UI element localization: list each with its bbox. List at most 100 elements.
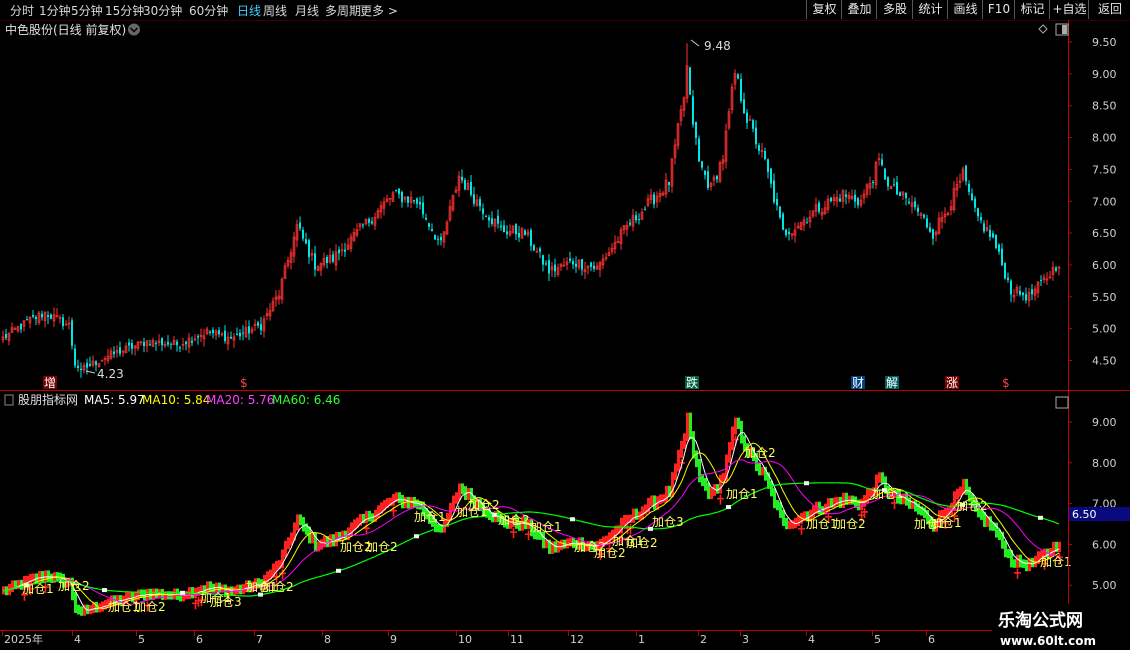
event-mark[interactable]: 财: [852, 376, 864, 390]
candle-body: [983, 223, 985, 232]
period-tab[interactable]: 15分钟: [105, 2, 144, 19]
toolbar-button[interactable]: 多股: [876, 0, 913, 19]
indicator-bar: [461, 483, 464, 495]
indicator-bar: [878, 472, 881, 483]
toolbar-button[interactable]: 返回: [1088, 0, 1130, 19]
x-tick-label: 6: [928, 633, 935, 646]
indicator-bar: [833, 497, 836, 508]
period-tab[interactable]: 5分钟: [71, 2, 103, 19]
indicator-menu-icon[interactable]: [4, 394, 14, 406]
signal-label: 加仓2: [498, 513, 530, 527]
candle-body: [653, 194, 655, 205]
stock-title[interactable]: 中色股份(日线 前复权): [5, 22, 126, 37]
candle-body: [5, 334, 7, 339]
period-tab[interactable]: 月线: [295, 2, 319, 19]
event-mark[interactable]: $: [1002, 376, 1010, 390]
candle-body: [479, 199, 481, 207]
y-tick-label: 9.00: [1092, 68, 1117, 81]
candle-body: [305, 239, 307, 244]
x-tick-label: 12: [570, 633, 584, 646]
indicator-bar: [908, 497, 911, 509]
candle-body: [977, 208, 979, 217]
y-tick-label: 5.50: [1092, 291, 1117, 304]
event-mark[interactable]: 涨: [946, 375, 958, 390]
candle-body: [629, 222, 631, 225]
candle-body: [701, 161, 703, 168]
candle-body: [785, 229, 787, 235]
indicator-bar: [1004, 540, 1007, 558]
signal-label: 加仓2: [834, 517, 866, 531]
indicator-bar: [881, 472, 884, 485]
indicator-bar: [608, 532, 611, 544]
title-dropdown-icon[interactable]: [128, 23, 140, 36]
toolbar-button[interactable]: 标记: [1014, 0, 1050, 19]
toolbar-button[interactable]: +自选: [1049, 0, 1089, 19]
toolbar-button[interactable]: 统计: [912, 0, 948, 19]
toolbar-button[interactable]: 画线: [947, 0, 983, 19]
candle-body: [773, 180, 775, 203]
signal-label: 加仓2: [58, 579, 90, 593]
candle-body: [32, 315, 34, 317]
toolbar-button[interactable]: 复权: [806, 0, 842, 19]
period-tab[interactable]: 分时: [10, 2, 34, 19]
ma60-marker: [336, 568, 341, 573]
indicator-window-icon[interactable]: [1055, 396, 1069, 409]
indicator-bar: [77, 604, 80, 615]
candle-body: [47, 315, 49, 317]
candle-body: [431, 228, 433, 232]
candle-body: [644, 208, 646, 210]
period-tab[interactable]: 60分钟: [189, 2, 228, 19]
indicator-bar: [659, 494, 662, 505]
candle-body: [989, 229, 991, 238]
signal-label: 加仓2: [366, 540, 398, 554]
period-tab[interactable]: 日线: [237, 2, 261, 19]
candle-body: [176, 341, 178, 346]
candle-body: [236, 333, 238, 335]
candle-body: [26, 319, 28, 321]
toolbar-button[interactable]: F10: [982, 0, 1015, 19]
indicator-name[interactable]: 股朋指标网: [18, 392, 78, 407]
candle-body: [575, 263, 577, 267]
candle-body: [806, 222, 808, 224]
candle-body: [332, 254, 334, 262]
diamond-icon[interactable]: [1038, 24, 1048, 34]
signal-label: 加仓1: [872, 487, 904, 501]
event-mark[interactable]: 解: [886, 376, 898, 390]
toolbar-button[interactable]: 叠加: [841, 0, 877, 19]
period-tab[interactable]: 更多 >: [360, 2, 398, 19]
chart-area[interactable]: 加仓1 加仓2加仓1加仓2加仓1加仓3加仓1加仓2加仓2加仓2加仓1 加仓1加仓2加…: [0, 20, 1130, 650]
candle-body: [167, 342, 169, 345]
indicator-bar: [626, 514, 629, 524]
candle-body: [131, 342, 133, 349]
x-tick-label: 6: [196, 633, 203, 646]
candle-body: [689, 67, 691, 95]
event-mark[interactable]: 增: [44, 376, 56, 390]
x-tick-label: 4: [74, 633, 81, 646]
signal-label: 加仓2: [468, 498, 500, 512]
candle-body: [338, 249, 340, 254]
period-tab[interactable]: 多周期: [325, 2, 361, 19]
indicator-bar: [716, 484, 719, 494]
signal-labels: 加仓1 加仓2加仓1加仓2加仓1加仓3加仓1加仓2加仓2加仓2加仓1 加仓1加仓2加…: [22, 446, 1072, 614]
indicator-bar: [74, 592, 77, 613]
indicator-bar: [683, 433, 686, 450]
period-tab[interactable]: 1分钟: [39, 2, 71, 19]
indicator-bars: [2, 412, 1063, 616]
indicator-bar: [692, 431, 695, 459]
candle-body: [440, 237, 442, 241]
y-tick-label: 4.50: [1092, 355, 1117, 368]
event-mark[interactable]: 跌: [686, 375, 698, 390]
candle-body: [524, 230, 526, 235]
period-tab[interactable]: 周线: [263, 2, 287, 19]
event-mark[interactable]: $: [240, 376, 248, 390]
ma10-label: MA10: 5.84: [142, 393, 210, 407]
indicator-bar: [785, 517, 788, 530]
indicator-bar: [710, 487, 713, 500]
candle-body: [179, 347, 181, 349]
candle-body: [572, 261, 574, 265]
high-label: 9.48: [704, 39, 731, 53]
indicator-bar: [377, 505, 380, 518]
candle-body: [638, 219, 640, 221]
period-tab[interactable]: 30分钟: [143, 2, 182, 19]
candle-body: [50, 314, 52, 319]
